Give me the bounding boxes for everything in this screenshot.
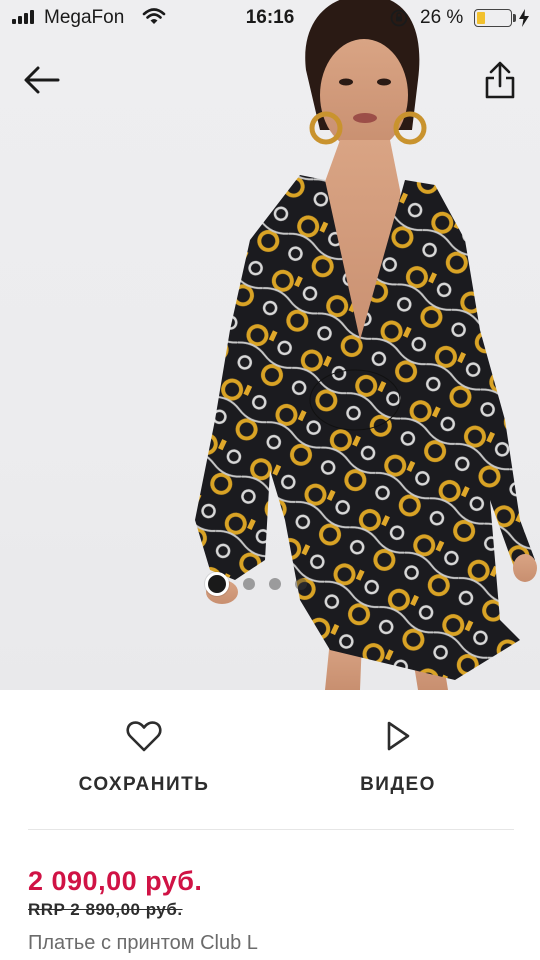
- save-label: СОХРАНИТЬ: [78, 774, 210, 795]
- rotation-lock-icon: [390, 9, 408, 27]
- action-bar: СОХРАНИТЬ ВИДЕО: [0, 690, 540, 830]
- battery-tip: [513, 14, 516, 22]
- video-label: ВИДЕО: [360, 774, 436, 795]
- charging-icon: [519, 9, 529, 27]
- heart-icon: [126, 721, 162, 752]
- video-button[interactable]: ВИДЕО: [320, 720, 476, 796]
- product-price: 2 090,00 руб.: [28, 866, 203, 896]
- play-icon: [387, 721, 410, 751]
- share-button[interactable]: [482, 60, 518, 100]
- divider: [28, 829, 514, 830]
- carousel-dots: [205, 572, 307, 596]
- carousel-dot[interactable]: [269, 578, 281, 590]
- battery-icon: [474, 9, 512, 27]
- share-icon: [485, 61, 515, 99]
- carousel-dot[interactable]: [243, 578, 255, 590]
- product-title: Платье с принтом Club L: [28, 932, 258, 954]
- save-button[interactable]: СОХРАНИТЬ: [60, 720, 228, 796]
- back-button[interactable]: [22, 62, 62, 98]
- product-rrp: RRP 2 890,00 руб.: [28, 900, 183, 919]
- status-bar: MegaFon 16:16 26 %: [0, 0, 540, 36]
- carousel-dot[interactable]: [295, 578, 307, 590]
- battery-percent: 26 %: [420, 7, 464, 28]
- arrow-left-icon: [24, 66, 60, 94]
- carousel-dot[interactable]: [205, 572, 229, 596]
